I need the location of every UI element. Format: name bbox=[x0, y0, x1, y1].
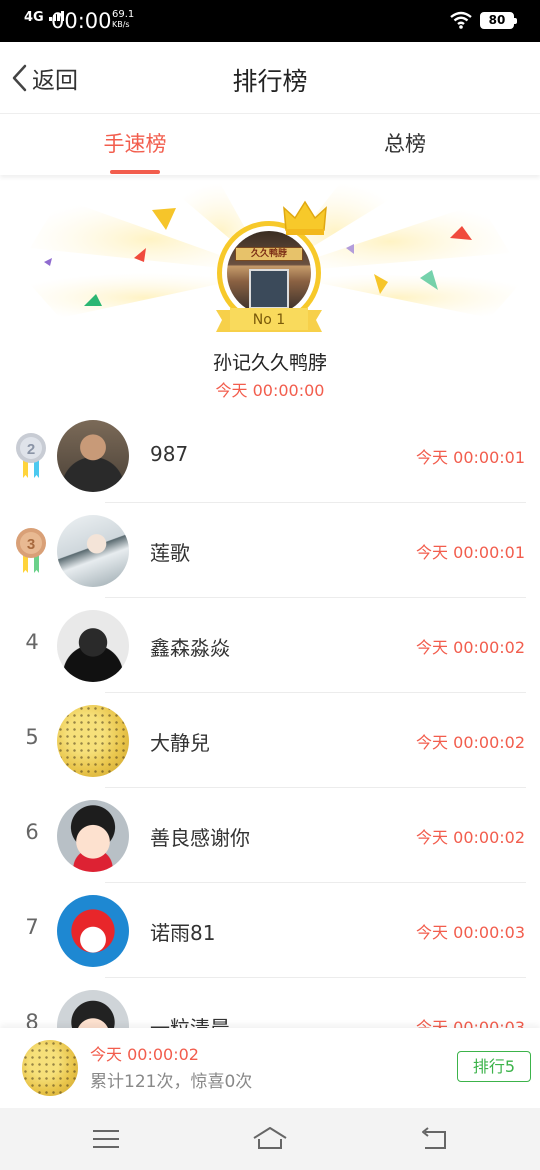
rank-number: 5 bbox=[25, 725, 39, 749]
list-item[interactable]: 3 莲歌 今天 00:00:01 bbox=[0, 503, 540, 598]
silver-medal-icon: 2 bbox=[16, 433, 46, 478]
avatar[interactable] bbox=[57, 990, 129, 1028]
network-type: 4G bbox=[24, 10, 44, 25]
medal-rank-number: 2 bbox=[27, 441, 35, 458]
tab-label: 手速榜 bbox=[103, 132, 167, 156]
active-tab-indicator bbox=[110, 170, 160, 174]
page-title: 排行榜 bbox=[232, 67, 308, 96]
network-speed: 69.1 KB/s bbox=[112, 10, 134, 30]
status-time: 00:00 bbox=[51, 9, 112, 33]
avatar[interactable] bbox=[57, 515, 129, 587]
medal-rank-number: 3 bbox=[27, 536, 35, 553]
rank-number: 6 bbox=[25, 820, 39, 844]
storefront-photo: 久久鸭脖 bbox=[227, 231, 311, 315]
speed-unit: KB/s bbox=[112, 20, 130, 29]
record-time: 今天 00:00:02 bbox=[416, 828, 525, 847]
confetti-shape bbox=[44, 258, 52, 266]
back-icon[interactable] bbox=[416, 1124, 452, 1154]
user-name: 987 bbox=[150, 442, 189, 466]
champion-section: 久久鸭脖 No 1 孙记久久鸭脖 今天 00:00:00 bbox=[0, 178, 540, 408]
user-name: 一粒清晨 bbox=[150, 1016, 230, 1028]
app-header: 返回 排行榜 bbox=[0, 42, 540, 114]
confetti-shape bbox=[152, 208, 176, 230]
my-avatar[interactable] bbox=[22, 1040, 78, 1096]
avatar[interactable] bbox=[57, 705, 129, 777]
my-rank-button[interactable]: 排行5 bbox=[457, 1051, 531, 1082]
speed-value: 69.1 bbox=[112, 9, 135, 20]
user-name: 大静兒 bbox=[150, 731, 210, 755]
record-time: 今天 00:00:02 bbox=[416, 733, 525, 752]
my-stats: 累计121次，惊喜0次 bbox=[90, 1072, 253, 1092]
tab-overall-ranking[interactable]: 总榜 bbox=[270, 114, 540, 175]
champion-name: 孙记久久鸭脖 bbox=[212, 352, 327, 374]
user-name: 善良感谢你 bbox=[150, 826, 250, 850]
menu-icon[interactable] bbox=[88, 1124, 124, 1154]
user-name: 鑫森淼焱 bbox=[150, 636, 230, 660]
record-time: 今天 00:00:03 bbox=[416, 923, 525, 942]
record-time: 今天 00:00:01 bbox=[416, 448, 525, 467]
champion-time: 今天 00:00:00 bbox=[215, 381, 325, 400]
store-door bbox=[249, 269, 289, 309]
store-sign: 久久鸭脖 bbox=[235, 247, 303, 261]
status-bar: 4G 00:00 69.1 KB/s 80 bbox=[0, 0, 540, 42]
tab-speed-ranking[interactable]: 手速榜 bbox=[0, 114, 270, 175]
record-time: 今天 00:00:03 bbox=[416, 1018, 525, 1028]
tab-label: 总榜 bbox=[384, 132, 426, 156]
rank-number: 8 bbox=[25, 1010, 39, 1028]
user-name: 诺雨81 bbox=[150, 921, 216, 945]
user-name: 莲歌 bbox=[150, 541, 190, 565]
system-nav-bar bbox=[0, 1108, 540, 1170]
ranking-tabs: 手速榜 总榜 bbox=[0, 114, 540, 175]
rank-number: 7 bbox=[25, 915, 39, 939]
bronze-medal-icon: 3 bbox=[16, 528, 46, 573]
my-record-time: 今天 00:00:02 bbox=[90, 1045, 199, 1064]
list-item[interactable]: 8 一粒清晨 今天 00:00:03 bbox=[0, 978, 540, 1028]
my-rank-bar: 今天 00:00:02 累计121次，惊喜0次 排行5 bbox=[0, 1028, 540, 1108]
rank-list: 2 987 今天 00:00:01 3 莲歌 今天 00:00:01 4 鑫森淼… bbox=[0, 408, 540, 1028]
list-item[interactable]: 5 大静兒 今天 00:00:02 bbox=[0, 693, 540, 788]
avatar[interactable] bbox=[57, 610, 129, 682]
list-item[interactable]: 6 善良感谢你 今天 00:00:02 bbox=[0, 788, 540, 883]
avatar[interactable] bbox=[57, 800, 129, 872]
battery-icon: 80 bbox=[480, 12, 517, 29]
list-item[interactable]: 2 987 今天 00:00:01 bbox=[0, 408, 540, 503]
record-time: 今天 00:00:02 bbox=[416, 638, 525, 657]
home-icon[interactable] bbox=[252, 1124, 288, 1154]
crown-icon bbox=[283, 200, 327, 235]
record-time: 今天 00:00:01 bbox=[416, 543, 525, 562]
avatar[interactable] bbox=[57, 895, 129, 967]
champion-badge: No 1 bbox=[252, 312, 286, 328]
list-item[interactable]: 7 诺雨81 今天 00:00:03 bbox=[0, 883, 540, 978]
avatar[interactable] bbox=[57, 420, 129, 492]
wifi-icon bbox=[450, 11, 472, 29]
list-item[interactable]: 4 鑫森淼焱 今天 00:00:02 bbox=[0, 598, 540, 693]
rank-number: 4 bbox=[25, 630, 39, 654]
